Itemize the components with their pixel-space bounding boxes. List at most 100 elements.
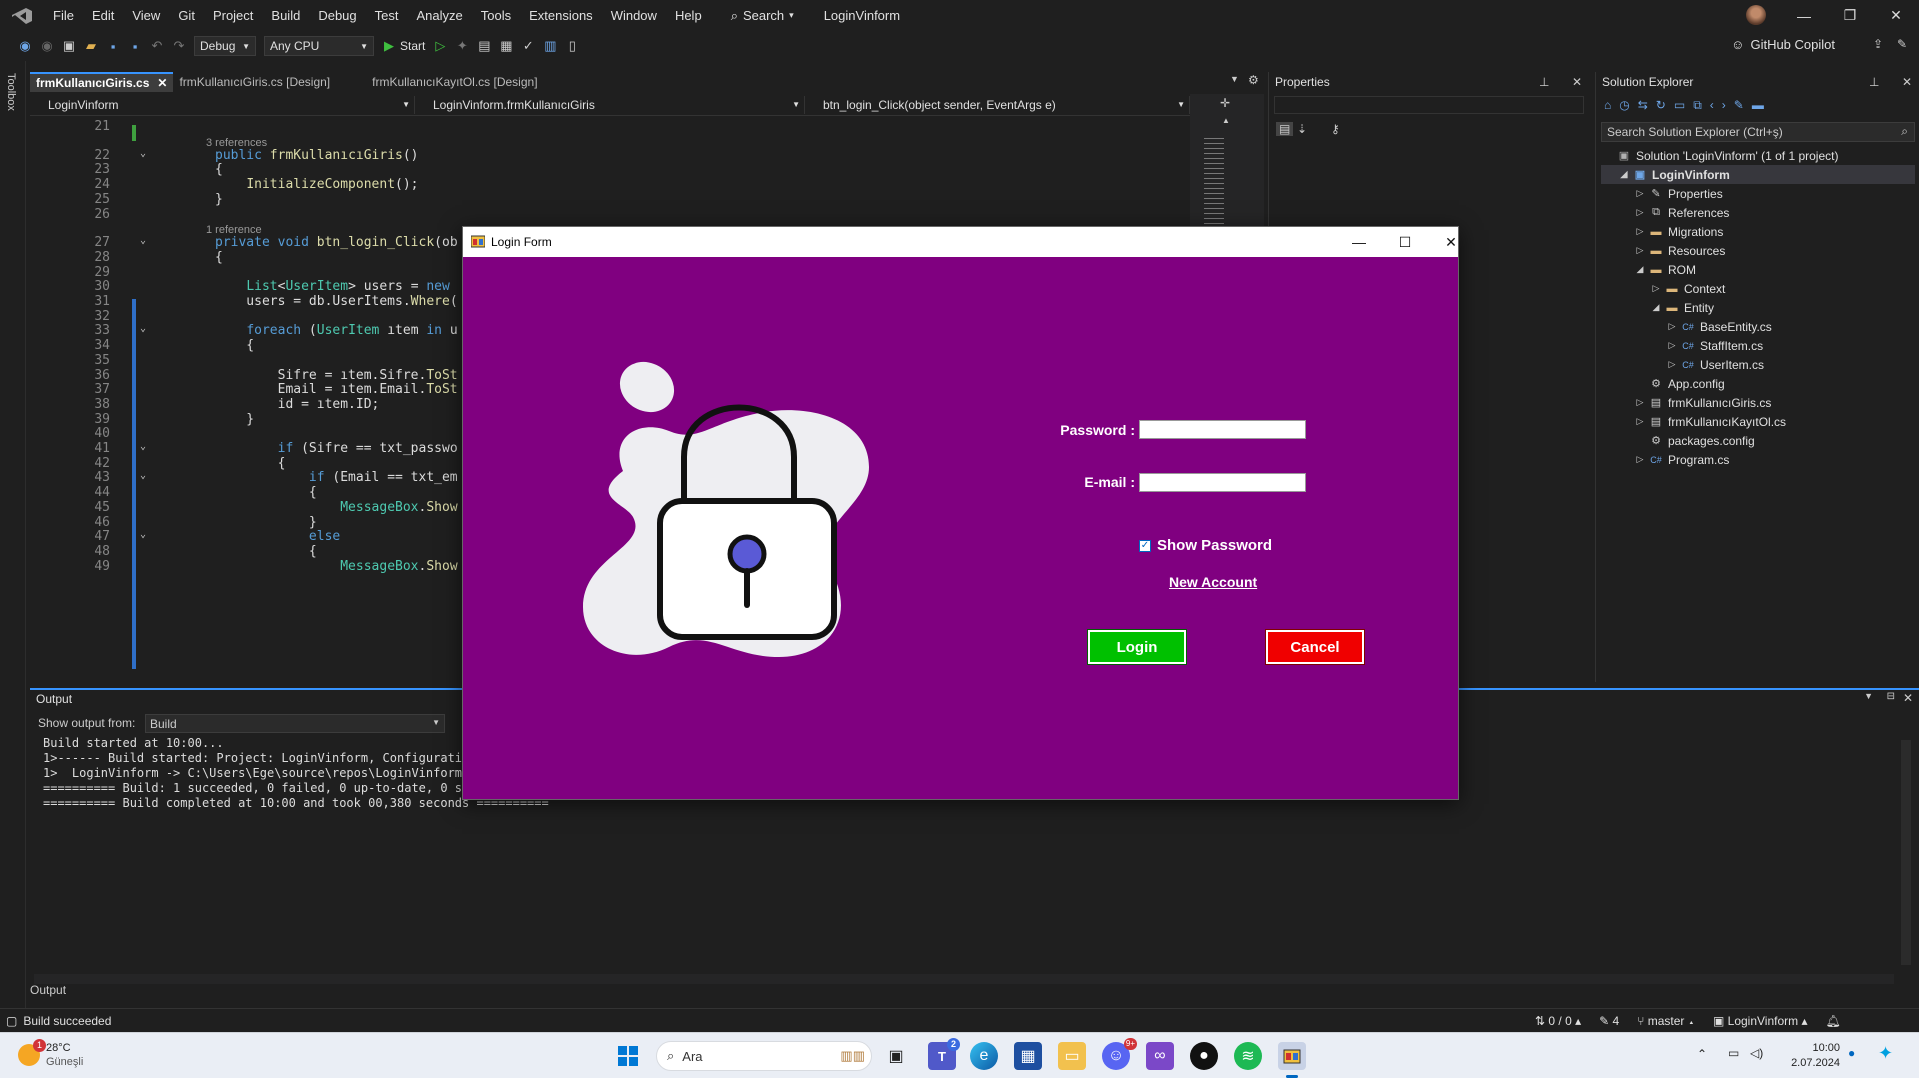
output-scrollbar[interactable] <box>1901 740 1911 965</box>
tree-item[interactable]: ▷ ✎ Properties <box>1601 184 1915 203</box>
settings-icon[interactable]: ⚙ <box>1248 73 1259 87</box>
tab-frmkullanicikayitol-design[interactable]: frmKullanıcıKayıtOl.cs [Design] <box>366 72 543 92</box>
back-icon[interactable]: ◉ <box>14 35 36 57</box>
class-dropdown[interactable]: LoginVinform.frmKullanıcıGiris ▼ <box>415 95 805 114</box>
project-dropdown[interactable]: LoginVinform ▼ <box>30 95 415 114</box>
minimize-button[interactable]: — <box>1781 0 1827 31</box>
properties-wrench-icon[interactable]: ✎ <box>1734 98 1752 112</box>
expand-arrow-icon[interactable]: ▷ <box>1633 207 1647 218</box>
menu-build[interactable]: Build <box>262 8 309 23</box>
login-form-title-bar[interactable]: Login Form — ☐ ✕ <box>463 227 1458 257</box>
expand-arrow-icon[interactable]: ▷ <box>1633 416 1647 427</box>
expand-arrow-icon[interactable]: ▷ <box>1633 245 1647 256</box>
home-icon[interactable]: ⌂ <box>1604 98 1619 112</box>
tree-item[interactable]: ⚙ packages.config <box>1601 431 1915 450</box>
search-box[interactable]: ⌕ Search ▾ <box>721 8 804 24</box>
tree-item[interactable]: ▷ ▤ frmKullanıcıKayıtOl.cs <box>1601 412 1915 431</box>
show-password-checkbox[interactable]: ✓ Show Password <box>1139 537 1272 554</box>
start-button[interactable] <box>614 1042 642 1070</box>
store-icon[interactable]: ▦ <box>1014 1042 1042 1070</box>
fold-chevron-icon[interactable]: ⌄ <box>140 441 146 452</box>
save-icon[interactable]: ▪ <box>102 35 124 57</box>
close-icon[interactable]: ✕ <box>1902 75 1912 89</box>
menu-project[interactable]: Project <box>204 8 262 23</box>
chevron-down-icon[interactable]: ▼ <box>1864 691 1873 701</box>
member-dropdown[interactable]: btn_login_Click(object sender, EventArgs… <box>805 95 1190 114</box>
fold-chevron-icon[interactable]: ⌄ <box>140 470 146 481</box>
expand-arrow-icon[interactable]: ▷ <box>1633 188 1647 199</box>
view-code-icon[interactable]: ‹› <box>1710 98 1734 112</box>
layout-icon[interactable]: ▦ <box>495 35 517 57</box>
tree-item[interactable]: ▷ C# Program.cs <box>1601 450 1915 469</box>
source-changes[interactable]: ⇅ 0 / 0 ▴ <box>1535 1014 1581 1028</box>
save-all-icon[interactable]: ▪ <box>124 35 146 57</box>
menu-extensions[interactable]: Extensions <box>520 8 602 23</box>
pin-icon[interactable]: ⊥ <box>1869 75 1879 89</box>
output-bottom-tab[interactable]: Output <box>30 983 66 997</box>
menu-tools[interactable]: Tools <box>472 8 520 23</box>
login-button[interactable]: Login <box>1087 629 1187 665</box>
pin-icon[interactable]: ⊥ <box>1539 75 1549 89</box>
form-maximize-button[interactable]: ☐ <box>1382 227 1428 257</box>
expand-arrow-icon[interactable]: ▷ <box>1633 397 1647 408</box>
tree-item[interactable]: ▷ ▬ Context <box>1601 279 1915 298</box>
close-tab-icon[interactable]: ✕ <box>157 76 167 90</box>
expand-arrow-icon[interactable]: ◢ <box>1633 264 1647 275</box>
align-icon[interactable]: ▥ <box>539 35 561 57</box>
categorized-icon[interactable]: ▤ <box>1276 122 1294 136</box>
tree-item[interactable]: ◢ ▣ LoginVinform <box>1601 165 1915 184</box>
visual-studio-taskbar-icon[interactable]: ∞ <box>1146 1042 1174 1070</box>
expand-arrow-icon[interactable]: ▷ <box>1665 340 1679 351</box>
repo-selector[interactable]: ▣ LoginVinform ▴ <box>1713 1014 1808 1028</box>
expand-arrow-icon[interactable]: ◢ <box>1617 169 1631 180</box>
form-minimize-button[interactable]: — <box>1336 227 1382 257</box>
login-form-taskbar-icon[interactable] <box>1278 1042 1306 1070</box>
menu-git[interactable]: Git <box>169 8 204 23</box>
tab-frmkullanicigiris-design[interactable]: frmKullanıcıGiris.cs [Design] <box>173 72 336 92</box>
tree-item[interactable]: ⚙ App.config <box>1601 374 1915 393</box>
spotify-icon[interactable]: ≋ <box>1234 1042 1262 1070</box>
undo-icon[interactable]: ↶ <box>146 35 168 57</box>
configuration-dropdown[interactable]: Debug ▼ <box>194 36 256 56</box>
solution-search-input[interactable]: Search Solution Explorer (Ctrl+ş) ⌕ <box>1601 122 1915 142</box>
fold-chevron-icon[interactable]: ⌄ <box>140 529 146 540</box>
menu-debug[interactable]: Debug <box>309 8 365 23</box>
output-source-dropdown[interactable]: Build ▼ <box>145 714 445 733</box>
fold-chevron-icon[interactable]: ⌄ <box>140 323 146 334</box>
github-copilot-button[interactable]: ☺ GitHub Copilot <box>1731 37 1835 52</box>
notification-bell-icon[interactable]: ● <box>1848 1046 1855 1060</box>
forward-icon[interactable]: ◉ <box>36 35 58 57</box>
sync-icon[interactable]: ⇆ <box>1638 98 1656 112</box>
network-icon[interactable]: ▭ <box>1728 1046 1739 1060</box>
history-icon[interactable]: ◷ <box>1619 98 1637 112</box>
restore-button[interactable]: ❐ <box>1827 0 1873 31</box>
fold-chevron-icon[interactable]: ⌄ <box>140 235 146 246</box>
maximize-icon[interactable]: ✕ <box>1903 691 1913 705</box>
tree-item[interactable]: ▷ C# BaseEntity.cs <box>1601 317 1915 336</box>
start-button[interactable]: Start <box>400 39 425 53</box>
tray-overflow-icon[interactable]: ⌃ <box>1697 1047 1707 1061</box>
tab-overflow-icon[interactable]: ▼ <box>1230 74 1239 84</box>
menu-file[interactable]: File <box>44 8 83 23</box>
menu-analyze[interactable]: Analyze <box>407 8 471 23</box>
tree-item[interactable]: ◢ ▬ Entity <box>1601 298 1915 317</box>
menu-edit[interactable]: Edit <box>83 8 123 23</box>
window-position-icon[interactable]: ⊟ <box>1887 691 1895 702</box>
expand-arrow-icon[interactable]: ▷ <box>1633 226 1647 237</box>
menu-test[interactable]: Test <box>366 8 408 23</box>
pending-edits[interactable]: ✎ 4 <box>1599 1014 1619 1028</box>
discord-icon[interactable]: ☺ 9+ <box>1102 1038 1137 1070</box>
tree-item[interactable]: ▷ ▤ frmKullanıcıGiris.cs <box>1601 393 1915 412</box>
platform-dropdown[interactable]: Any CPU ▼ <box>264 36 374 56</box>
teams-icon[interactable]: T 2 <box>928 1038 960 1070</box>
share-icon[interactable]: ⇪ <box>1873 37 1883 51</box>
fold-chevron-icon[interactable]: ⌄ <box>140 148 146 159</box>
property-pages-icon[interactable]: ⚷ <box>1331 122 1340 136</box>
tree-item[interactable]: ▷ ⧉ References <box>1601 203 1915 222</box>
avatar[interactable] <box>1746 5 1766 25</box>
spell-check-icon[interactable]: ✓ <box>517 35 539 57</box>
feedback-icon[interactable]: ✎ <box>1897 37 1907 51</box>
alphabetical-icon[interactable]: ⇣ <box>1297 122 1307 136</box>
menu-help[interactable]: Help <box>666 8 711 23</box>
tree-item[interactable]: ▷ ▬ Migrations <box>1601 222 1915 241</box>
